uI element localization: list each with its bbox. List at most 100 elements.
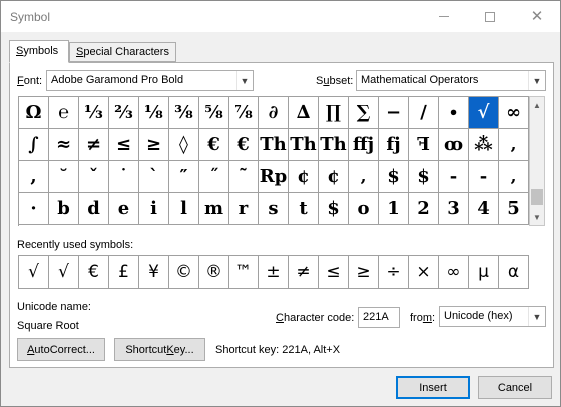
recent-symbol-cell[interactable]: ¥ xyxy=(139,256,169,289)
symbol-cell[interactable]: $ xyxy=(319,193,349,225)
recent-symbol-cell[interactable]: ∞ xyxy=(439,256,469,289)
symbol-cell[interactable]: ∕ xyxy=(409,97,439,129)
symbol-cell[interactable]: Th xyxy=(289,129,319,161)
recent-symbol-cell[interactable]: ™ xyxy=(229,256,259,289)
recent-symbol-cell[interactable]: © xyxy=(169,256,199,289)
symbol-cell[interactable]: ≤ xyxy=(109,129,139,161)
symbol-cell[interactable]: ˋ xyxy=(139,161,169,193)
symbol-cell[interactable]: ¢ xyxy=(319,161,349,193)
character-code-input[interactable]: 221A xyxy=(358,307,400,328)
recent-symbol-cell[interactable]: α xyxy=(499,256,529,289)
minimize-button[interactable] xyxy=(421,1,467,32)
symbol-cell[interactable]: √ xyxy=(469,97,499,129)
scroll-up-icon[interactable]: ▲ xyxy=(530,97,544,113)
recent-symbol-cell[interactable]: € xyxy=(79,256,109,289)
tab-special-characters[interactable]: Special Characters xyxy=(69,42,176,62)
symbol-cell[interactable]: Rp xyxy=(259,161,289,193)
symbol-cell[interactable]: ⅔ xyxy=(109,97,139,129)
symbol-cell[interactable]: Th xyxy=(319,129,349,161)
from-select[interactable]: Unicode (hex) ▼ xyxy=(439,306,546,327)
recent-symbol-cell[interactable]: ± xyxy=(259,256,289,289)
maximize-button[interactable] xyxy=(467,1,513,32)
symbol-cell[interactable]: ꟻ xyxy=(409,129,439,161)
symbol-cell[interactable]: · xyxy=(19,193,49,225)
symbol-cell[interactable]: fj xyxy=(379,129,409,161)
symbol-cell[interactable]: ∫ xyxy=(19,129,49,161)
symbol-cell[interactable]: - xyxy=(469,161,499,193)
scroll-thumb[interactable] xyxy=(531,189,543,205)
tab-symbols[interactable]: Symbols xyxy=(9,40,69,63)
symbol-cell[interactable]: ∙ xyxy=(439,97,469,129)
symbol-cell[interactable]: b xyxy=(49,193,79,225)
symbol-cell[interactable]: i xyxy=(139,193,169,225)
recent-symbol-cell[interactable]: µ xyxy=(469,256,499,289)
symbol-cell[interactable]: ˘ xyxy=(49,161,79,193)
symbol-cell[interactable]: t xyxy=(289,193,319,225)
symbol-cell[interactable]: ℮ xyxy=(49,97,79,129)
symbol-cell[interactable]: s xyxy=(259,193,289,225)
symbol-cell[interactable]: € xyxy=(229,129,259,161)
symbol-cell[interactable]: ꝏ xyxy=(439,129,469,161)
scroll-down-icon[interactable]: ▼ xyxy=(530,209,544,225)
symbol-cell[interactable]: r xyxy=(229,193,259,225)
symbol-cell[interactable]: ⅝ xyxy=(199,97,229,129)
symbol-cell[interactable]: $ xyxy=(379,161,409,193)
symbol-cell[interactable]: 4 xyxy=(469,193,499,225)
symbol-cell[interactable]: ˇ xyxy=(79,161,109,193)
symbol-cell[interactable]: 2 xyxy=(409,193,439,225)
symbol-cell[interactable]: ‚ xyxy=(349,161,379,193)
symbol-cell[interactable]: , xyxy=(19,161,49,193)
symbol-cell[interactable]: ⅛ xyxy=(139,97,169,129)
symbol-cell[interactable]: ⅜ xyxy=(169,97,199,129)
close-button[interactable]: ✕ xyxy=(514,1,560,32)
recent-symbol-cell[interactable]: ® xyxy=(199,256,229,289)
symbol-cell[interactable]: ‚ xyxy=(499,161,529,193)
symbol-cell[interactable]: − xyxy=(379,97,409,129)
recent-symbol-cell[interactable]: ÷ xyxy=(379,256,409,289)
symbol-cell[interactable]: ffj xyxy=(349,129,379,161)
font-select[interactable]: Adobe Garamond Pro Bold ▼ xyxy=(46,70,254,91)
subset-select[interactable]: Mathematical Operators ▼ xyxy=(356,70,546,91)
symbol-cell[interactable]: e xyxy=(109,193,139,225)
symbol-cell[interactable]: Th xyxy=(259,129,289,161)
symbol-cell[interactable]: ⅞ xyxy=(229,97,259,129)
symbol-cell[interactable]: ⁂ xyxy=(469,129,499,161)
symbol-cell[interactable]: ∏ xyxy=(319,97,349,129)
symbol-cell[interactable]: ∑ xyxy=(349,97,379,129)
symbol-cell[interactable]: ˝ xyxy=(199,161,229,193)
symbol-cell[interactable]: ∆ xyxy=(289,97,319,129)
recent-symbol-cell[interactable]: £ xyxy=(109,256,139,289)
recent-symbol-cell[interactable]: × xyxy=(409,256,439,289)
symbol-cell[interactable]: ∂ xyxy=(259,97,289,129)
shortcut-key-button[interactable]: Shortcut Key... xyxy=(114,338,205,361)
symbol-cell[interactable]: m xyxy=(199,193,229,225)
insert-button[interactable]: Insert xyxy=(396,376,470,399)
symbol-cell[interactable]: ¢ xyxy=(289,161,319,193)
symbol-cell[interactable]: Ω xyxy=(19,97,49,129)
symbol-cell[interactable]: $ xyxy=(409,161,439,193)
symbol-cell[interactable]: 5 xyxy=(499,193,529,225)
symbol-cell[interactable]: ‚ xyxy=(499,129,529,161)
symbol-cell[interactable]: ≠ xyxy=(79,129,109,161)
symbol-cell[interactable]: ⅓ xyxy=(79,97,109,129)
recent-symbol-cell[interactable]: ≤ xyxy=(319,256,349,289)
autocorrect-button[interactable]: AutoCorrect... xyxy=(17,338,105,361)
symbol-cell[interactable]: d xyxy=(79,193,109,225)
symbol-cell[interactable]: ≥ xyxy=(139,129,169,161)
recent-symbol-cell[interactable]: ≥ xyxy=(349,256,379,289)
symbol-cell[interactable]: - xyxy=(439,161,469,193)
recent-symbol-cell[interactable]: ≠ xyxy=(289,256,319,289)
symbol-cell[interactable]: ˜ xyxy=(229,161,259,193)
recent-symbol-cell[interactable]: √ xyxy=(49,256,79,289)
symbol-cell[interactable]: ″ xyxy=(169,161,199,193)
cancel-button[interactable]: Cancel xyxy=(478,376,552,399)
symbol-cell[interactable]: 1 xyxy=(379,193,409,225)
symbol-cell[interactable]: ∞ xyxy=(499,97,529,129)
symbol-cell[interactable]: ◊ xyxy=(169,129,199,161)
symbol-cell[interactable]: l xyxy=(169,193,199,225)
recent-symbol-cell[interactable]: √ xyxy=(19,256,49,289)
symbol-cell[interactable]: € xyxy=(199,129,229,161)
symbol-cell[interactable]: o xyxy=(349,193,379,225)
symbol-grid-scrollbar[interactable]: ▲ ▼ xyxy=(529,96,545,226)
symbol-cell[interactable]: 3 xyxy=(439,193,469,225)
